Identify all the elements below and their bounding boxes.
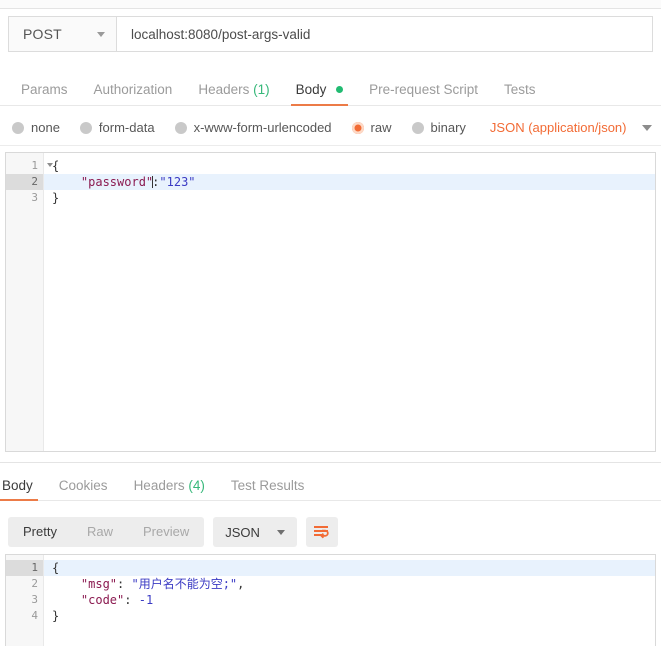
- code-token: "用户名不能为空;": [131, 577, 238, 591]
- radio-dot-icon: [411, 121, 424, 134]
- tab-headers[interactable]: Headers (1): [185, 81, 282, 106]
- line-number: 4: [31, 609, 38, 622]
- radio-x-www-form-urlencoded[interactable]: x-www-form-urlencoded: [174, 120, 332, 135]
- tab-pre-request-script-label: Pre-request Script: [369, 81, 478, 97]
- view-mode-pretty[interactable]: Pretty: [8, 517, 72, 547]
- request-tab-bar: Params Authorization Headers (1) Body Pr…: [0, 71, 661, 106]
- radio-binary[interactable]: binary: [411, 120, 466, 135]
- word-wrap-toggle[interactable]: [305, 517, 338, 547]
- line-number: 2: [6, 174, 43, 190]
- tab-headers-label: Headers: [198, 81, 250, 97]
- code-line: }: [44, 190, 655, 206]
- code-token: :: [124, 593, 139, 607]
- response-toolbar: Pretty Raw Preview JSON: [8, 517, 338, 547]
- request-editor-gutter: 123: [6, 153, 53, 451]
- response-tab-body-label: Body: [2, 477, 33, 493]
- code-token: :: [117, 577, 132, 591]
- code-line: }: [44, 608, 655, 624]
- response-editor-gutter: 12 3 4: [6, 555, 53, 646]
- response-tab-body[interactable]: Body: [0, 477, 46, 501]
- chevron-down-icon: [642, 124, 653, 131]
- response-tab-headers[interactable]: Headers (4): [121, 477, 218, 501]
- content-type-label: JSON (application/json): [489, 120, 627, 135]
- response-format-select[interactable]: JSON: [213, 517, 297, 547]
- http-method-label: POST: [23, 26, 62, 42]
- code-token: -1: [138, 593, 154, 607]
- response-divider: [0, 462, 661, 463]
- code-token: }: [52, 191, 60, 205]
- tab-headers-count: (1): [253, 81, 270, 97]
- code-token: {: [52, 159, 60, 173]
- code-line: "password":"123": [44, 174, 655, 190]
- tab-body[interactable]: Body: [283, 81, 357, 106]
- code-line: "code": -1: [44, 592, 655, 608]
- response-tab-bar: Body Cookies Headers (4) Test Results: [0, 468, 661, 501]
- request-url-text: localhost:8080/post-args-valid: [131, 26, 311, 42]
- radio-dot-icon: [79, 121, 92, 134]
- tab-authorization-label: Authorization: [93, 81, 173, 97]
- chevron-down-icon: [276, 529, 285, 535]
- window-top-strip: [0, 0, 661, 9]
- tab-params-label: Params: [21, 81, 68, 97]
- response-format-label: JSON: [225, 524, 260, 540]
- line-number: 1: [6, 560, 53, 576]
- line-number: 1: [6, 158, 53, 174]
- chevron-down-icon: [97, 31, 105, 37]
- code-token: {: [52, 561, 60, 575]
- radio-binary-label: binary: [430, 120, 466, 135]
- response-tab-test-results-label: Test Results: [230, 477, 305, 493]
- content-type-select[interactable]: JSON (application/json): [490, 120, 653, 135]
- radio-dot-icon: [174, 121, 187, 134]
- radio-form-data[interactable]: form-data: [79, 120, 155, 135]
- postman-window: POST localhost:8080/post-args-valid Para…: [0, 0, 661, 646]
- response-tab-headers-label: Headers: [133, 477, 185, 493]
- code-line: {: [44, 560, 655, 576]
- radio-none-label: none: [31, 120, 60, 135]
- radio-x-www-form-urlencoded-label: x-www-form-urlencoded: [193, 120, 332, 135]
- response-tab-test-results[interactable]: Test Results: [218, 477, 318, 501]
- code-token: "msg": [80, 577, 118, 591]
- tab-tests[interactable]: Tests: [491, 81, 549, 106]
- tab-tests-label: Tests: [503, 81, 536, 97]
- view-mode-preview[interactable]: Preview: [128, 517, 204, 547]
- radio-dot-icon: [12, 121, 24, 134]
- response-tab-cookies-label: Cookies: [58, 477, 108, 493]
- request-url-bar: POST localhost:8080/post-args-valid: [8, 16, 653, 52]
- code-line: "msg": "用户名不能为空;",: [44, 576, 655, 592]
- response-view-mode-group: Pretty Raw Preview: [8, 517, 205, 547]
- line-number: 3: [31, 593, 38, 606]
- radio-raw[interactable]: raw: [351, 120, 392, 135]
- tab-body-label: Body: [295, 81, 327, 97]
- code-token: }: [52, 609, 60, 623]
- request-editor-code[interactable]: { "password":"123"}: [44, 153, 655, 451]
- request-body-editor[interactable]: 123 { "password":"123"}: [5, 152, 656, 452]
- code-token: "code": [80, 593, 125, 607]
- view-mode-raw[interactable]: Raw: [72, 517, 128, 547]
- code-token: "password": [80, 175, 154, 189]
- radio-none[interactable]: none: [12, 120, 60, 135]
- response-body-editor[interactable]: 12 3 4 { "msg": "用户名不能为空;", "code": -1}: [5, 554, 656, 646]
- tab-authorization[interactable]: Authorization: [81, 81, 186, 106]
- line-number: 3: [31, 191, 38, 204]
- tab-pre-request-script[interactable]: Pre-request Script: [356, 81, 491, 106]
- response-tab-cookies[interactable]: Cookies: [46, 477, 121, 501]
- request-url-input[interactable]: localhost:8080/post-args-valid: [117, 17, 652, 51]
- code-token: ,: [237, 577, 245, 591]
- radio-form-data-label: form-data: [98, 120, 155, 135]
- radio-dot-selected-icon: [351, 121, 364, 134]
- response-editor-code: { "msg": "用户名不能为空;", "code": -1}: [44, 555, 655, 646]
- tab-params[interactable]: Params: [8, 81, 81, 106]
- code-token: "123": [159, 175, 196, 189]
- line-number: 2: [31, 577, 38, 590]
- response-tab-headers-count: (4): [188, 477, 205, 493]
- body-type-radio-group: none form-data x-www-form-urlencoded raw…: [0, 110, 661, 146]
- radio-raw-label: raw: [370, 120, 392, 135]
- http-method-select[interactable]: POST: [9, 17, 117, 51]
- word-wrap-icon: [314, 525, 330, 538]
- code-line: {: [44, 158, 655, 174]
- green-dot-icon: [336, 85, 344, 93]
